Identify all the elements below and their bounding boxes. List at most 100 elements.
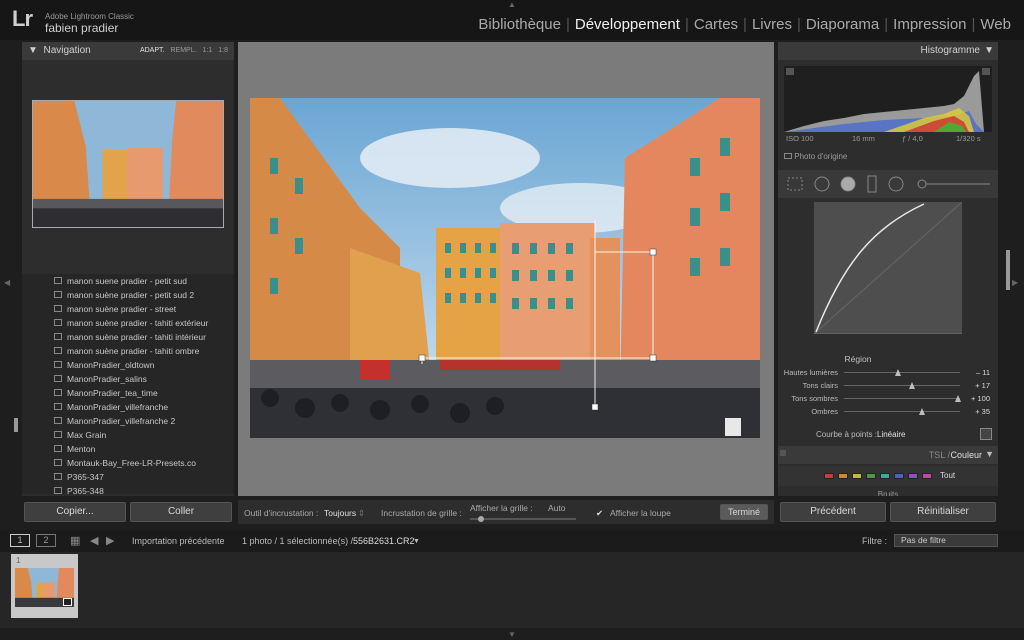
reset-button[interactable]: Réinitialiser	[890, 502, 996, 522]
navigator-preview[interactable]	[22, 60, 234, 272]
brush-icon[interactable]	[917, 179, 927, 189]
swatch-orange[interactable]	[838, 473, 848, 479]
highlight-clipping-icon[interactable]	[982, 68, 990, 75]
done-button[interactable]: Terminé	[720, 504, 768, 520]
zoom-1-8[interactable]: 1:8	[218, 47, 228, 54]
original-photo-toggle[interactable]: Photo d'origine	[784, 152, 847, 161]
module-library[interactable]: Bibliothèque	[473, 16, 566, 33]
crop-icon[interactable]	[787, 177, 803, 191]
module-print[interactable]: Impression	[888, 16, 971, 33]
exif-aperture: ƒ / 4,0	[902, 134, 923, 143]
grid-view-icon[interactable]: ▦	[70, 534, 80, 547]
zoom-fill[interactable]: REMPL.	[170, 47, 196, 54]
collection-item[interactable]: Montauk-Bay_Free-LR-Presets.co	[22, 456, 234, 470]
overlay-tool-select[interactable]: Toujours	[324, 508, 356, 518]
left-scrollbar[interactable]	[14, 418, 18, 432]
collapse-bottom-arrow-icon[interactable]: ▼	[508, 630, 516, 639]
collection-item[interactable]: ManonPradier_salins	[22, 372, 234, 386]
disclosure-triangle-icon[interactable]: ▼	[984, 45, 994, 56]
collection-item[interactable]: manon suène pradier - tahiti intérieur	[22, 330, 234, 344]
filmstrip-cell[interactable]: 1	[11, 554, 78, 618]
filename-menu[interactable]: 556B2631.CR2	[353, 536, 415, 546]
source-label[interactable]: Importation précédente	[132, 536, 225, 546]
collection-item[interactable]: Max Grain	[22, 428, 234, 442]
module-map[interactable]: Cartes	[689, 16, 743, 33]
checkbox-icon[interactable]	[784, 153, 792, 159]
collection-item[interactable]: Menton	[22, 442, 234, 456]
swatch-red[interactable]	[824, 473, 834, 479]
collapse-left-arrow-icon[interactable]: ◀	[4, 278, 10, 287]
filter-select[interactable]: Pas de filtre	[894, 534, 998, 547]
collection-item[interactable]: ManonPradier_villefranche	[22, 400, 234, 414]
shadow-clipping-icon[interactable]	[786, 68, 794, 75]
point-curve-select[interactable]: Linéaire	[877, 430, 905, 439]
collapse-right-arrow-icon[interactable]: ▶	[1012, 278, 1018, 287]
collection-item[interactable]: P365-347	[22, 470, 234, 484]
collection-item[interactable]: manon suène pradier - petit sud 2	[22, 288, 234, 302]
swatch-yellow[interactable]	[852, 473, 862, 479]
radial-filter-icon[interactable]	[888, 176, 904, 192]
user-name: fabien pradier	[45, 21, 119, 35]
right-scrollbar[interactable]	[1006, 250, 1010, 290]
red-eye-icon[interactable]	[840, 176, 856, 192]
hsl-header[interactable]: TSL / Couleur ▼	[778, 446, 998, 464]
collection-item[interactable]: P365-348	[22, 484, 234, 494]
module-slideshow[interactable]: Diaporama	[801, 16, 884, 33]
disclosure-triangle-icon[interactable]: ▼	[28, 45, 38, 56]
color-tab[interactable]: Couleur	[950, 450, 982, 460]
slider-darks[interactable]: Tons sombres + 100	[778, 392, 998, 405]
copy-button[interactable]: Copier...	[24, 502, 126, 522]
collection-item[interactable]: ManonPradier_villefranche 2	[22, 414, 234, 428]
spot-removal-icon[interactable]	[814, 176, 830, 192]
collection-icon	[54, 333, 62, 340]
zoom-1-1[interactable]: 1:1	[203, 47, 213, 54]
grid-opacity-knob[interactable]	[478, 516, 484, 522]
swatch-aqua[interactable]	[880, 473, 890, 479]
collection-item[interactable]: ManonPradier_oldtown	[22, 358, 234, 372]
all-colors-button[interactable]: Tout	[940, 471, 955, 480]
right-panel-buttons: Précédent Réinitialiser	[778, 500, 998, 522]
slider-lights[interactable]: Tons clairs + 17	[778, 379, 998, 392]
histogram-header[interactable]: Histogramme ▼	[778, 42, 998, 60]
collection-item[interactable]: manon suène pradier - street	[22, 302, 234, 316]
forward-arrow-icon[interactable]: ▶	[106, 534, 114, 547]
dropdown-arrow-icon[interactable]: ▼	[413, 538, 420, 545]
module-develop[interactable]: Développement	[570, 16, 685, 33]
updown-icon[interactable]: ⇕	[358, 508, 365, 519]
collapse-top-arrow-icon[interactable]: ▲	[508, 0, 516, 9]
navigator-header[interactable]: ▼ Navigation ADAPT. REMPL. 1:1 1:8	[22, 42, 234, 60]
grid-opacity-slider[interactable]	[470, 518, 576, 520]
collection-item[interactable]: ManonPradier_tea_time	[22, 386, 234, 400]
main-screen-button[interactable]: 1	[10, 534, 30, 547]
collection-icon	[54, 277, 62, 284]
previous-button[interactable]: Précédent	[780, 502, 886, 522]
photo-preview[interactable]	[250, 98, 760, 438]
disclosure-triangle-icon[interactable]: ▼	[985, 449, 994, 459]
paste-button[interactable]: Coller	[130, 502, 232, 522]
hsl-tab[interactable]: TSL /	[929, 450, 950, 460]
second-screen-button[interactable]: 2	[36, 534, 56, 547]
module-web[interactable]: Web	[975, 16, 1016, 33]
next-panel-header[interactable]: Bruits	[778, 488, 998, 496]
navigator-thumbnail[interactable]	[32, 100, 224, 228]
collection-item[interactable]: manon suene pradier - petit sud	[22, 274, 234, 288]
swatch-purple[interactable]	[908, 473, 918, 479]
swatch-magenta[interactable]	[922, 473, 932, 479]
zoom-fit[interactable]: ADAPT.	[140, 47, 165, 54]
develop-canvas[interactable]	[238, 42, 774, 496]
edit-point-curve-icon[interactable]	[980, 428, 992, 440]
swatch-blue[interactable]	[894, 473, 904, 479]
loupe-checkbox[interactable]: ✔	[596, 508, 603, 519]
show-grid-select[interactable]: Auto	[548, 503, 566, 513]
panel-toggle-icon[interactable]	[780, 450, 786, 456]
slider-highlights[interactable]: Hautes lumières – 11	[778, 366, 998, 379]
slider-shadows[interactable]: Ombres + 35	[778, 405, 998, 418]
swatch-green[interactable]	[866, 473, 876, 479]
collection-item[interactable]: manon suène pradier - tahiti extérieur	[22, 316, 234, 330]
module-book[interactable]: Livres	[747, 16, 797, 33]
back-arrow-icon[interactable]: ◀	[90, 534, 98, 547]
histogram[interactable]	[784, 66, 992, 132]
tone-curve-graph[interactable]	[813, 201, 963, 340]
collection-item[interactable]: manon suène pradier - tahiti ombre	[22, 344, 234, 358]
graduated-filter-icon[interactable]	[867, 175, 877, 193]
